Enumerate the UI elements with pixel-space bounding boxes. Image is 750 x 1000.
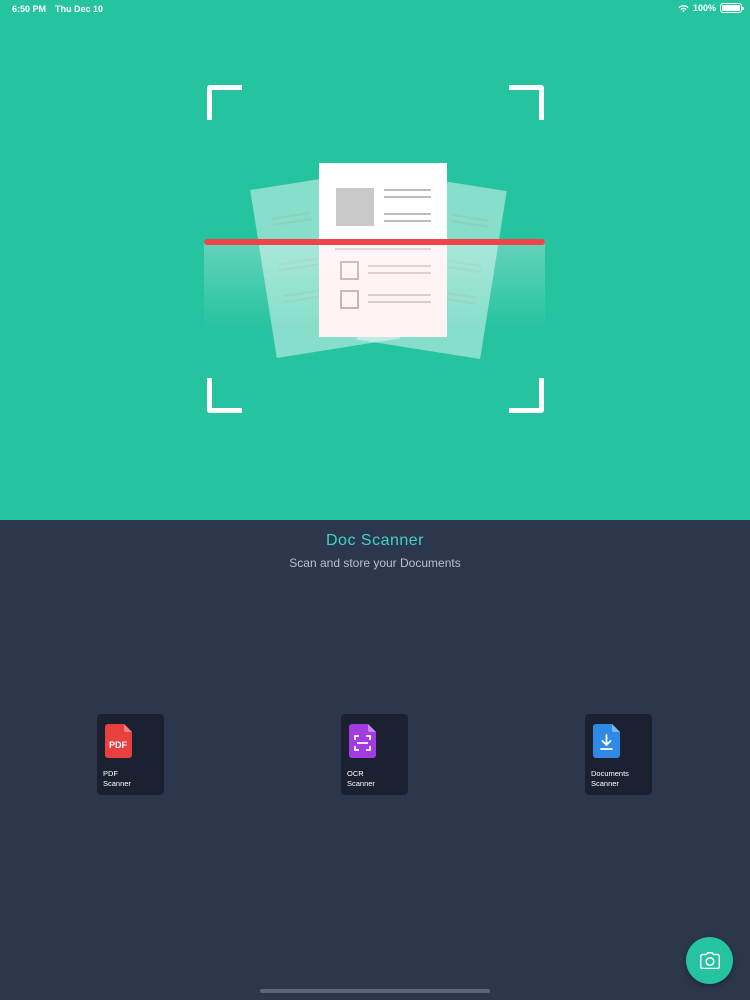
download-file-icon xyxy=(593,724,620,758)
scan-line xyxy=(204,239,545,245)
scanner-hero: 6:50 PM Thu Dec 10 100% xyxy=(0,0,750,520)
scan-frame-corner-top-left xyxy=(207,85,242,120)
tile-label-line2: Scanner xyxy=(591,779,619,788)
tile-label-line1: PDF xyxy=(103,769,118,778)
scan-frame-corner-top-right xyxy=(509,85,544,120)
battery-icon xyxy=(720,3,744,13)
wifi-icon xyxy=(678,4,689,12)
tile-label: Documents Scanner xyxy=(591,769,651,789)
status-indicators: 100% xyxy=(678,3,744,13)
status-time: 6:50 PM xyxy=(12,4,47,14)
home-indicator xyxy=(260,989,490,993)
app-info: Doc Scanner Scan and store your Document… xyxy=(0,520,750,570)
document-scan-illustration xyxy=(204,163,545,360)
ocr-scanner-tile[interactable]: OCR Scanner xyxy=(341,714,408,795)
scan-frame-corner-bottom-left xyxy=(207,378,242,413)
camera-icon xyxy=(699,952,720,969)
scan-glow xyxy=(204,243,545,328)
scan-frame-corner-bottom-right xyxy=(509,378,544,413)
app-subtitle: Scan and store your Documents xyxy=(289,556,461,570)
tile-label-line1: OCR xyxy=(347,769,364,778)
ocr-file-icon xyxy=(349,724,376,758)
tile-label: OCR Scanner xyxy=(347,769,407,789)
pdf-icon-text: PDF xyxy=(109,740,128,750)
tile-label-line2: Scanner xyxy=(347,779,375,788)
pdf-file-icon: PDF xyxy=(105,724,132,758)
app-title: Doc Scanner xyxy=(326,532,424,549)
battery-percent: 100% xyxy=(692,3,716,13)
tile-label: PDF Scanner xyxy=(103,769,163,789)
tile-label-line2: Scanner xyxy=(103,779,131,788)
tile-label-line1: Documents xyxy=(591,769,629,778)
camera-button[interactable] xyxy=(686,937,733,984)
documents-scanner-tile[interactable]: Documents Scanner xyxy=(585,714,652,795)
status-bar: 6:50 PM Thu Dec 10 100% xyxy=(0,0,750,18)
status-date: Thu Dec 10 xyxy=(55,4,104,14)
pdf-scanner-tile[interactable]: PDF PDF Scanner xyxy=(97,714,164,795)
